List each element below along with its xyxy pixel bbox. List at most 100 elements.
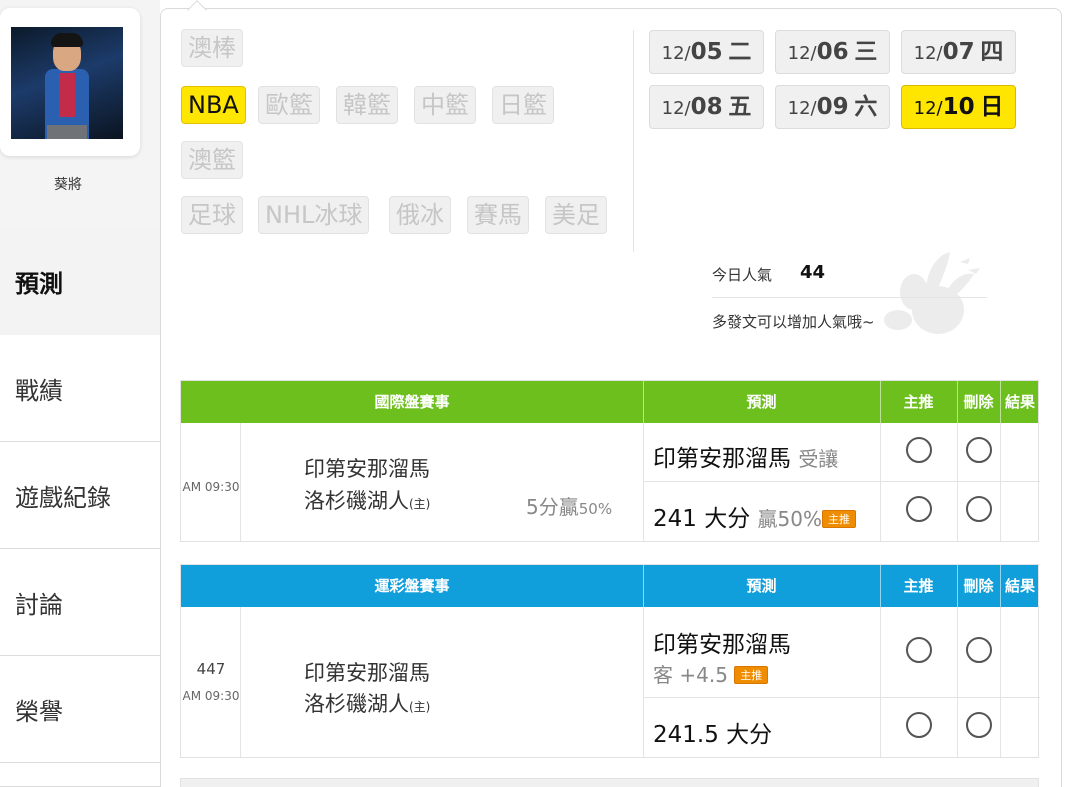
row-divider bbox=[643, 697, 1040, 698]
home-team: 洛杉磯湖人(主) bbox=[304, 688, 430, 718]
delete-radio[interactable] bbox=[966, 437, 992, 463]
date-weekday: 三 bbox=[854, 39, 878, 65]
pick-1-line: 客 +4.5 主推 bbox=[653, 659, 769, 688]
header-result: 結果 bbox=[1004, 577, 1035, 595]
header-predict: 預測 bbox=[746, 577, 777, 595]
main-pick-radio[interactable] bbox=[906, 437, 932, 463]
header-delete: 刪除 bbox=[963, 577, 994, 595]
header-event: 國際盤賽事 bbox=[374, 393, 450, 411]
spread-percent: 50% bbox=[578, 500, 613, 518]
popularity-divider bbox=[712, 297, 987, 298]
nav-item-discuss[interactable]: 討論 bbox=[0, 549, 160, 656]
sport-button-nhl[interactable]: NHL冰球 bbox=[258, 196, 370, 234]
spread-info: 5分贏50% bbox=[526, 491, 612, 520]
game-number: 447 bbox=[196, 660, 226, 678]
sport-button-korea-basketball[interactable]: 韓籃 bbox=[336, 86, 398, 124]
sport-button-aus-basketball[interactable]: 澳籃 bbox=[181, 141, 243, 179]
date-day: 05 bbox=[690, 39, 723, 65]
main-pick-radio[interactable] bbox=[906, 496, 932, 522]
header-event: 運彩盤賽事 bbox=[374, 577, 450, 595]
mascot-watermark-icon bbox=[884, 252, 980, 334]
avatar-figure-legs bbox=[47, 125, 87, 139]
popularity-label: 今日人氣 bbox=[712, 266, 773, 284]
date-button-1209[interactable]: 12/09 六 bbox=[775, 85, 890, 129]
date-button-1210[interactable]: 12/10 日 bbox=[901, 85, 1016, 129]
popularity-value: 44 bbox=[800, 262, 826, 283]
away-team: 印第安那溜馬 bbox=[304, 661, 430, 685]
delete-radio[interactable] bbox=[966, 712, 992, 738]
main-pick-radio[interactable] bbox=[906, 712, 932, 738]
avatar[interactable] bbox=[11, 27, 123, 139]
filter-divider bbox=[633, 30, 634, 252]
header-predict: 預測 bbox=[746, 393, 777, 411]
game-time: AM 09:30 bbox=[182, 480, 240, 494]
sport-button-russia-hockey[interactable]: 俄冰 bbox=[389, 196, 451, 234]
profile-card bbox=[0, 8, 140, 156]
nav-item-more[interactable] bbox=[0, 763, 160, 787]
pick-2-value: 241 大分 bbox=[653, 506, 751, 532]
home-team-name: 洛杉磯湖人 bbox=[304, 489, 409, 513]
table-row: 447 AM 09:30 印第安那溜馬 洛杉磯湖人(主) 印第安那溜馬 客 +4… bbox=[181, 607, 1040, 757]
avatar-figure-shirt bbox=[59, 73, 75, 117]
header-main-pick: 主推 bbox=[903, 393, 934, 411]
date-day: 07 bbox=[942, 39, 975, 65]
header-delete: 刪除 bbox=[963, 393, 994, 411]
away-team: 印第安那溜馬 bbox=[304, 457, 430, 481]
nav-item-game-record[interactable]: 遊戲紀錄 bbox=[0, 442, 160, 549]
sport-button-soccer[interactable]: 足球 bbox=[181, 196, 243, 234]
main-pick-badge: 主推 bbox=[734, 666, 769, 684]
date-weekday: 六 bbox=[854, 94, 878, 120]
date-day: 06 bbox=[816, 39, 849, 65]
pick-1-note: 客 +4.5 bbox=[653, 663, 728, 687]
sport-button-euro-basketball[interactable]: 歐籃 bbox=[258, 86, 320, 124]
date-weekday: 二 bbox=[728, 39, 752, 65]
date-button-1206[interactable]: 12/06 三 bbox=[775, 30, 890, 74]
sport-button-japan-basketball[interactable]: 日籃 bbox=[492, 86, 554, 124]
cell-divider bbox=[643, 423, 644, 541]
date-weekday: 五 bbox=[728, 94, 752, 120]
cell-divider bbox=[880, 423, 881, 541]
spread-text: 5分贏 bbox=[526, 495, 579, 519]
avatar-figure-hair bbox=[51, 33, 83, 47]
cell-divider bbox=[880, 607, 881, 757]
home-team-name: 洛杉磯湖人 bbox=[304, 692, 409, 716]
sport-button-horse-racing[interactable]: 賽馬 bbox=[467, 196, 529, 234]
home-team: 洛杉磯湖人(主) bbox=[304, 485, 430, 515]
delete-radio[interactable] bbox=[966, 637, 992, 663]
delete-radio[interactable] bbox=[966, 496, 992, 522]
next-table-edge bbox=[180, 778, 1039, 787]
row-divider bbox=[643, 481, 1040, 482]
nav-item-honor[interactable]: 榮譽 bbox=[0, 656, 160, 763]
sport-button-american-football[interactable]: 美足 bbox=[545, 196, 607, 234]
sport-button-china-basketball[interactable]: 中籃 bbox=[414, 86, 476, 124]
cell-divider bbox=[643, 607, 644, 757]
pick-2-note: 贏50% bbox=[757, 507, 822, 531]
date-month: 12/ bbox=[661, 43, 691, 64]
date-button-1207[interactable]: 12/07 四 bbox=[901, 30, 1016, 74]
main-pick-badge: 主推 bbox=[821, 510, 856, 528]
date-day: 09 bbox=[816, 94, 849, 120]
date-button-1208[interactable]: 12/08 五 bbox=[649, 85, 764, 129]
lottery-odds-table: 運彩盤賽事 預測 主推 刪除 結果 447 AM 09:30 印第安那溜馬 洛杉… bbox=[180, 564, 1040, 758]
cell-divider bbox=[957, 423, 958, 541]
nav-item-predict[interactable]: 預測 bbox=[0, 228, 160, 335]
date-month: 12/ bbox=[661, 98, 691, 119]
date-month: 12/ bbox=[913, 98, 943, 119]
date-weekday: 四 bbox=[980, 39, 1004, 65]
main-pick-radio[interactable] bbox=[906, 637, 932, 663]
cell-divider bbox=[1000, 423, 1001, 541]
date-button-1205[interactable]: 12/05 二 bbox=[649, 30, 764, 74]
date-month: 12/ bbox=[787, 98, 817, 119]
sport-button-aus-baseball[interactable]: 澳棒 bbox=[181, 29, 243, 67]
nav-item-record[interactable]: 戰績 bbox=[0, 335, 160, 442]
home-mark: (主) bbox=[409, 700, 431, 714]
home-mark: (主) bbox=[409, 497, 431, 511]
intl-odds-table: 國際盤賽事 預測 主推 刪除 結果 AM 09:30 印第安那溜馬 洛杉磯湖人(… bbox=[180, 380, 1040, 542]
table-header: 國際盤賽事 預測 主推 刪除 結果 bbox=[181, 381, 1038, 423]
username[interactable]: 葵將 bbox=[0, 174, 136, 194]
date-weekday: 日 bbox=[980, 94, 1004, 120]
sport-button-nba[interactable]: NBA bbox=[181, 86, 246, 124]
date-month: 12/ bbox=[913, 43, 943, 64]
table-row: AM 09:30 印第安那溜馬 洛杉磯湖人(主) 5分贏50% 印第安那溜馬 受… bbox=[181, 423, 1040, 541]
cell-divider bbox=[957, 607, 958, 757]
